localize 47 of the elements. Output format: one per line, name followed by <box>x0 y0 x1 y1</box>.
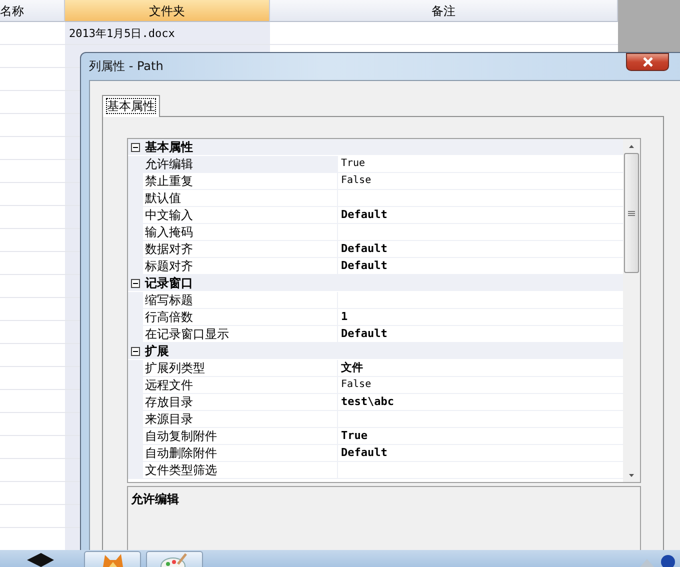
taskbar-button[interactable] <box>84 551 141 567</box>
property-name[interactable]: 自动复制附件 <box>143 428 338 445</box>
category-label[interactable]: 基本属性 <box>143 139 193 156</box>
property-name[interactable]: 默认值 <box>143 190 338 207</box>
property-name[interactable]: 存放目录 <box>143 394 338 411</box>
close-button[interactable] <box>626 53 669 71</box>
column-header[interactable]: 备注 <box>270 0 618 22</box>
property-value[interactable]: Default <box>338 445 623 462</box>
property-name[interactable]: 禁止重复 <box>143 173 338 190</box>
property-name[interactable]: 扩展列类型 <box>143 360 338 377</box>
property-value[interactable]: Default <box>338 241 623 258</box>
grip-icon <box>628 210 635 216</box>
category-label[interactable]: 扩展 <box>143 342 169 360</box>
property-name[interactable]: 允许编辑 <box>143 156 338 173</box>
property-value[interactable]: 1 <box>338 309 623 326</box>
property-name[interactable]: 远程文件 <box>143 377 338 394</box>
property-name[interactable]: 输入掩码 <box>143 224 338 241</box>
property-value[interactable]: True <box>338 156 623 173</box>
category-label[interactable]: 记录窗口 <box>143 274 193 292</box>
property-value[interactable]: False <box>338 377 623 394</box>
collapse-icon[interactable] <box>128 278 143 288</box>
property-name[interactable]: 自动删除附件 <box>143 445 338 462</box>
property-name[interactable]: 来源目录 <box>143 411 338 428</box>
property-name[interactable]: 中文输入 <box>143 207 338 224</box>
column-header[interactable]: 文件夹 <box>65 0 270 22</box>
property-value[interactable]: 文件 <box>338 360 623 377</box>
collapse-icon[interactable] <box>128 346 143 356</box>
close-icon <box>642 57 654 67</box>
collapse-icon[interactable] <box>128 142 143 152</box>
scroll-up-icon[interactable] <box>629 144 634 148</box>
tab[interactable]: 基本属性 <box>102 95 160 117</box>
column-header[interactable]: 名称 <box>0 0 65 22</box>
property-value[interactable]: False <box>338 173 623 190</box>
taskbar-button[interactable] <box>146 551 203 567</box>
property-name[interactable]: 数据对齐 <box>143 241 338 258</box>
scrollbar-thumb[interactable] <box>624 153 639 273</box>
property-name[interactable]: 行高倍数 <box>143 309 338 326</box>
property-name[interactable]: 文件类型筛选 <box>143 462 338 479</box>
table-cell: 2013年1月5日.docx <box>69 27 175 40</box>
description-text: 允许编辑 <box>131 492 179 506</box>
property-name[interactable]: 缩写标题 <box>143 292 338 309</box>
property-value[interactable]: True <box>338 428 623 445</box>
scrollbar[interactable] <box>623 139 640 482</box>
property-value[interactable]: test\abc <box>338 394 623 411</box>
scroll-down-icon[interactable] <box>629 474 634 476</box>
window-title: 列属性 - Path <box>89 58 164 75</box>
property-value[interactable]: Default <box>338 207 623 224</box>
